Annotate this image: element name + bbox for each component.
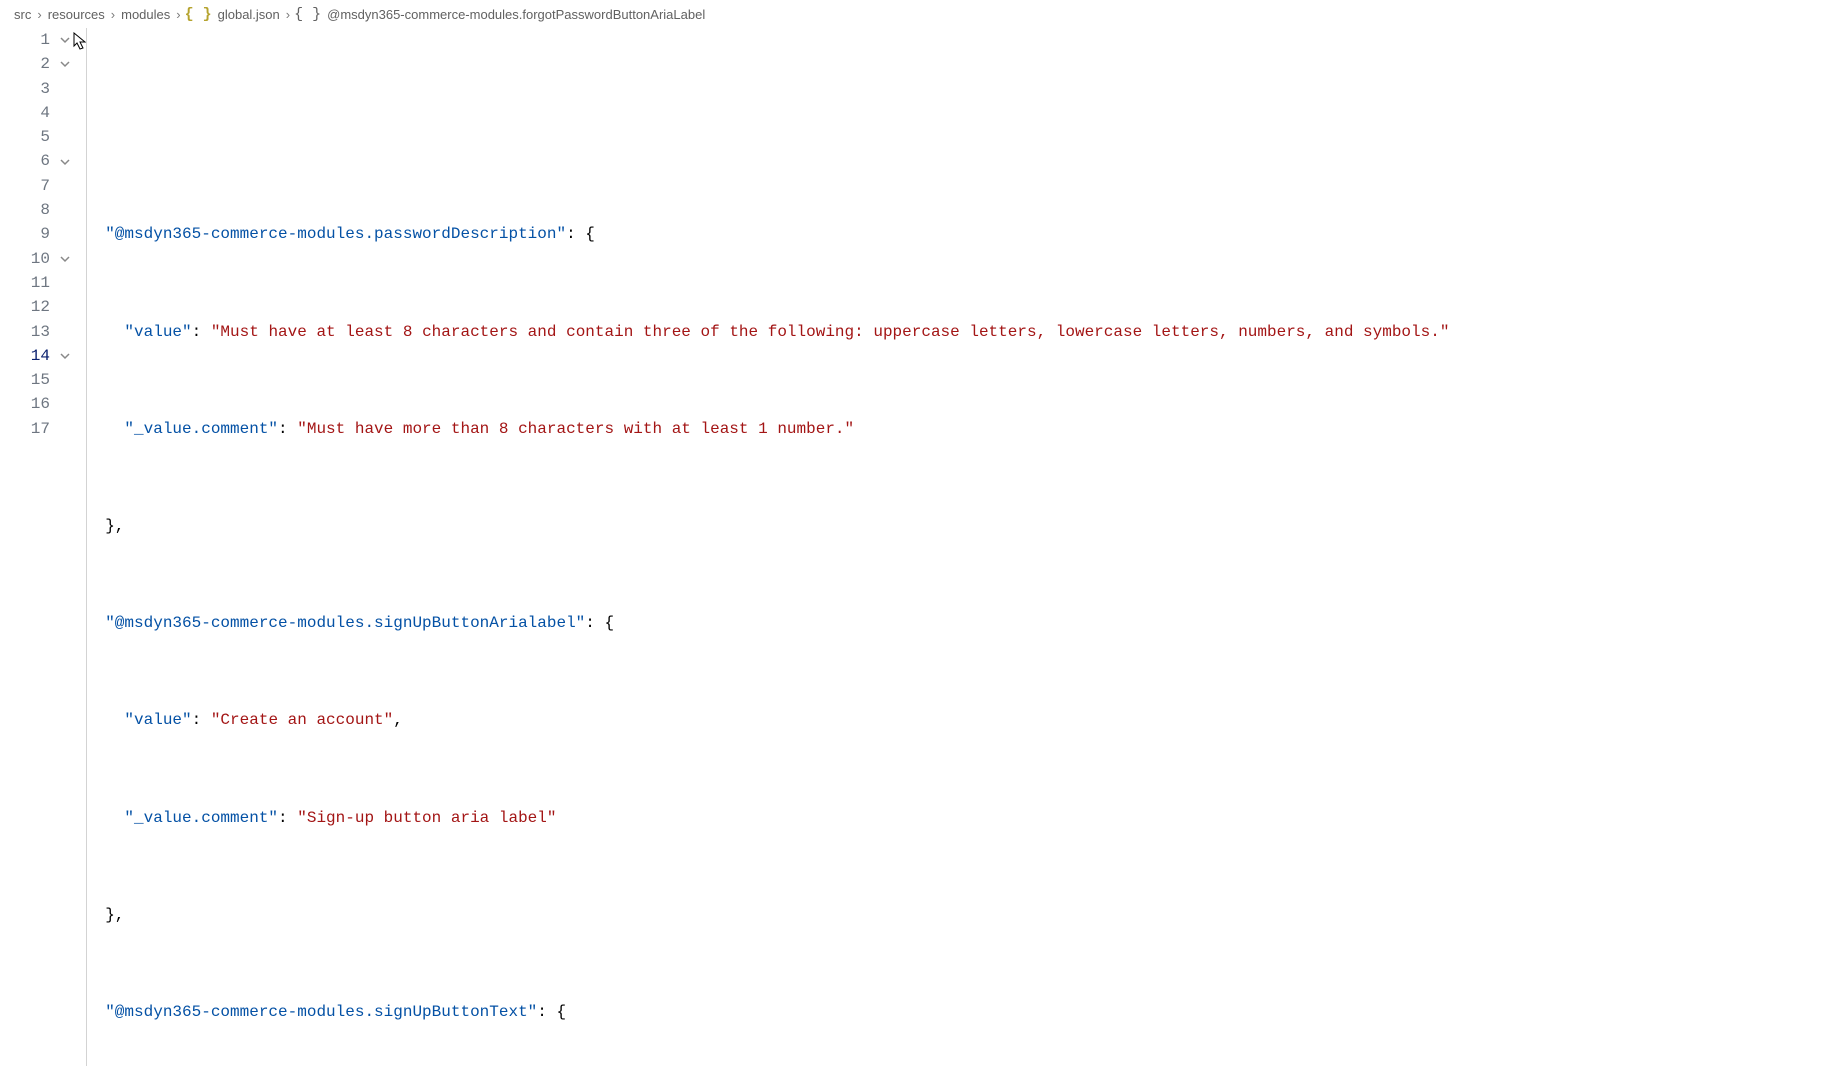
line-number[interactable]: 8 [0,198,52,222]
breadcrumb-segment-symbol[interactable]: @msdyn365-commerce-modules.forgotPasswor… [325,7,707,22]
fold-chevron-icon[interactable] [52,247,78,271]
breadcrumb[interactable]: src › resources › modules › { } global.j… [0,0,1846,28]
code-line[interactable] [78,125,1846,149]
code-line[interactable]: "@msdyn365-commerce-modules.signUpButton… [78,1000,1846,1024]
line-number-gutter[interactable]: 1 2 3 4 5 6 7 8 9 10 11 12 13 14 15 16 1… [0,28,52,1066]
line-number[interactable]: 1 [0,28,52,52]
line-number[interactable]: 9 [0,222,52,246]
line-number[interactable]: 2 [0,52,52,76]
code-line[interactable]: "_value.comment": "Must have more than 8… [78,417,1846,441]
code-editor[interactable]: 1 2 3 4 5 6 7 8 9 10 11 12 13 14 15 16 1… [0,28,1846,1066]
line-number[interactable]: 16 [0,392,52,416]
line-number[interactable]: 5 [0,125,52,149]
json-symbol-icon: { } [294,6,321,23]
fold-chevron-icon[interactable] [52,344,78,368]
line-number[interactable]: 6 [0,149,52,173]
breadcrumb-segment-modules[interactable]: modules [119,7,172,22]
line-number[interactable]: 17 [0,417,52,441]
breadcrumb-segment-src[interactable]: src [12,7,33,22]
fold-gutter[interactable] [52,28,78,1066]
line-number[interactable]: 3 [0,77,52,101]
code-content[interactable]: "@msdyn365-commerce-modules.passwordDesc… [78,28,1846,1066]
line-number[interactable]: 11 [0,271,52,295]
fold-chevron-icon[interactable] [52,52,78,76]
code-line[interactable]: "value": "Must have at least 8 character… [78,320,1846,344]
code-line[interactable]: "@msdyn365-commerce-modules.passwordDesc… [78,222,1846,246]
fold-chevron-icon[interactable] [52,28,78,52]
line-number[interactable]: 7 [0,174,52,198]
chevron-right-icon: › [37,7,41,22]
code-line[interactable]: }, [78,514,1846,538]
code-line[interactable]: "_value.comment": "Sign-up button aria l… [78,806,1846,830]
code-line[interactable]: "@msdyn365-commerce-modules.signUpButton… [78,611,1846,635]
line-number[interactable]: 13 [0,320,52,344]
code-line[interactable]: }, [78,903,1846,927]
json-file-icon: { } [185,6,212,23]
fold-chevron-icon[interactable] [52,149,78,173]
chevron-right-icon: › [111,7,115,22]
line-number[interactable]: 10 [0,247,52,271]
breadcrumb-segment-file[interactable]: global.json [216,7,282,22]
chevron-right-icon: › [286,7,290,22]
chevron-right-icon: › [176,7,180,22]
code-line[interactable]: "value": "Create an account", [78,708,1846,732]
line-number[interactable]: 4 [0,101,52,125]
line-number[interactable]: 12 [0,295,52,319]
line-number[interactable]: 14 [0,344,52,368]
line-number[interactable]: 15 [0,368,52,392]
breadcrumb-segment-resources[interactable]: resources [46,7,107,22]
